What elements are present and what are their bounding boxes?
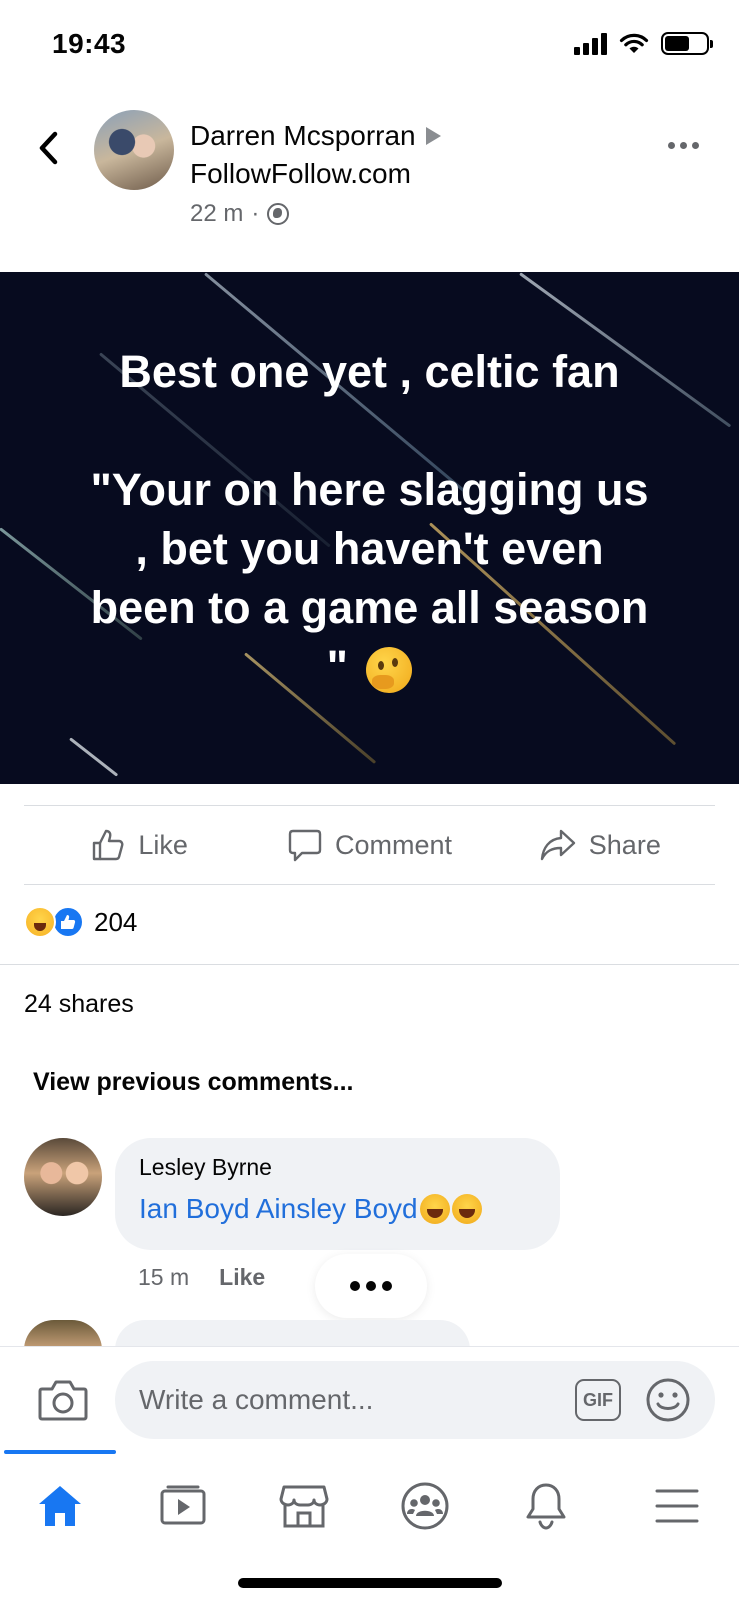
share-label: Share bbox=[588, 829, 661, 860]
group-name[interactable]: FollowFollow.com bbox=[190, 158, 411, 190]
marketplace-icon bbox=[279, 1485, 329, 1528]
share-arrow-icon bbox=[540, 829, 575, 861]
comment-bubble-icon bbox=[288, 829, 322, 862]
post-meta: 22 m · bbox=[190, 200, 290, 228]
comment-meta: 15 m Like bbox=[138, 1264, 265, 1291]
notifications-bell-icon bbox=[526, 1483, 566, 1530]
globe-icon bbox=[267, 203, 290, 225]
commenter-avatar[interactable] bbox=[24, 1138, 102, 1216]
laughing-tears-icon bbox=[451, 1194, 482, 1224]
image-text-line: "Your on here slagging us bbox=[90, 464, 649, 515]
like-button[interactable]: Like bbox=[24, 806, 254, 884]
shared-to-arrow-icon bbox=[425, 127, 441, 145]
reaction-count: 204 bbox=[94, 906, 138, 937]
back-button[interactable] bbox=[28, 126, 68, 170]
gif-button[interactable]: GIF bbox=[575, 1379, 621, 1421]
nav-marketplace[interactable] bbox=[264, 1466, 344, 1546]
menu-icon bbox=[655, 1489, 699, 1523]
wifi-icon bbox=[619, 33, 649, 53]
camera-icon[interactable] bbox=[38, 1377, 88, 1423]
post-header: Darren Mcsporran FollowFollow.com 22 m · bbox=[0, 100, 739, 250]
actions-bottom-divider bbox=[24, 884, 715, 885]
status-bar: 19:43 bbox=[0, 0, 739, 92]
image-text-line: " bbox=[326, 641, 348, 692]
home-icon bbox=[39, 1486, 81, 1526]
nav-home[interactable] bbox=[20, 1466, 100, 1546]
commenter-name[interactable]: Lesley Byrne bbox=[139, 1154, 536, 1181]
bottom-navigation bbox=[0, 1450, 739, 1600]
post-image-text: Best one yet , celtic fan "Your on here … bbox=[40, 342, 699, 696]
cellular-signal-icon bbox=[574, 32, 607, 55]
reactions-divider bbox=[0, 964, 739, 965]
thinking-face-icon bbox=[366, 647, 413, 694]
author-avatar[interactable] bbox=[94, 110, 174, 190]
nav-notifications[interactable] bbox=[506, 1466, 586, 1546]
comment-time: 15 m bbox=[138, 1264, 190, 1290]
watch-icon bbox=[160, 1485, 206, 1525]
comment-composer: GIF bbox=[0, 1346, 739, 1450]
comment-bubble[interactable]: Lesley Byrne Ian Boyd Ainsley Boyd bbox=[115, 1138, 560, 1250]
battery-icon bbox=[661, 32, 713, 55]
comment-button[interactable]: Comment bbox=[254, 806, 484, 884]
nav-menu[interactable] bbox=[637, 1466, 717, 1546]
nav-groups[interactable] bbox=[385, 1466, 465, 1546]
author-name[interactable]: Darren Mcsporran bbox=[190, 120, 416, 152]
like-reaction-icon bbox=[52, 906, 84, 938]
status-time: 19:43 bbox=[52, 28, 127, 59]
nav-watch[interactable] bbox=[143, 1466, 223, 1546]
comment-input[interactable] bbox=[115, 1361, 715, 1439]
emoji-picker-icon[interactable] bbox=[645, 1377, 691, 1423]
image-text-line: , bet you haven't even bbox=[135, 523, 604, 574]
post-actions: Like Comment Share bbox=[24, 806, 715, 884]
chevron-left-icon bbox=[39, 131, 58, 165]
like-label: Like bbox=[138, 829, 188, 860]
comment-like-button[interactable]: Like bbox=[219, 1264, 265, 1291]
author-name-row[interactable]: Darren Mcsporran bbox=[190, 120, 441, 152]
typing-indicator bbox=[315, 1254, 427, 1318]
light-streak bbox=[69, 737, 119, 777]
reactions-summary[interactable]: 204 bbox=[24, 906, 137, 938]
image-text-last-line: " bbox=[40, 637, 699, 696]
groups-icon bbox=[401, 1482, 449, 1530]
haha-reaction-icon bbox=[24, 906, 56, 938]
image-text-blank bbox=[40, 401, 699, 460]
comment-text: Ian Boyd Ainsley Boyd bbox=[139, 1193, 536, 1225]
comment-mentions[interactable]: Ian Boyd Ainsley Boyd bbox=[139, 1193, 418, 1225]
status-icons bbox=[574, 32, 713, 55]
more-options-button[interactable] bbox=[668, 142, 699, 149]
home-indicator[interactable] bbox=[238, 1578, 502, 1588]
comment-label: Comment bbox=[334, 829, 452, 860]
image-text-line: Best one yet , celtic fan bbox=[119, 346, 620, 397]
image-text-line: been to a game all season bbox=[90, 582, 649, 633]
thumbs-up-icon bbox=[93, 829, 124, 861]
meta-separator: · bbox=[251, 200, 260, 227]
share-button[interactable]: Share bbox=[485, 806, 715, 884]
share-count[interactable]: 24 shares bbox=[24, 990, 134, 1019]
post-time[interactable]: 22 m bbox=[190, 200, 243, 228]
view-previous-comments[interactable]: View previous comments... bbox=[33, 1068, 353, 1097]
laughing-tears-icon bbox=[419, 1194, 450, 1224]
active-tab-indicator bbox=[4, 1450, 116, 1454]
post-image[interactable]: Best one yet , celtic fan "Your on here … bbox=[0, 272, 739, 784]
